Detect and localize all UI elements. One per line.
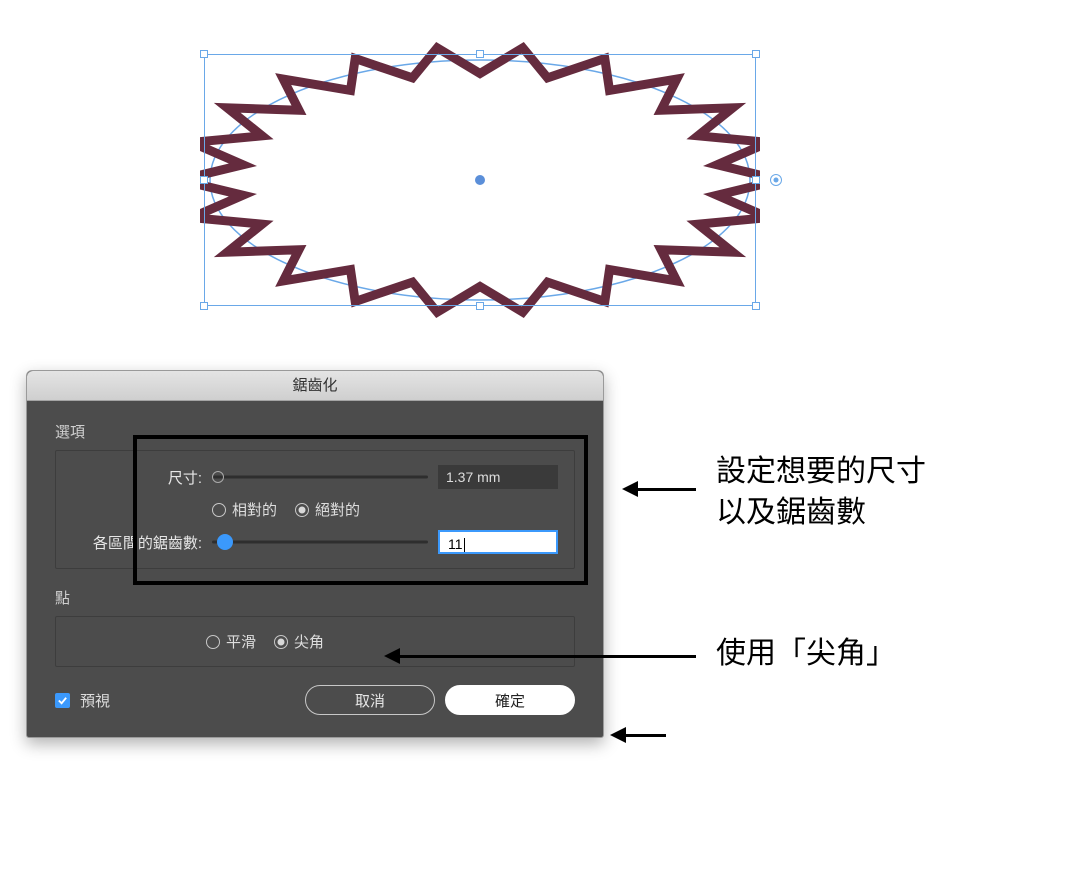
radio-relative[interactable]: 相對的 xyxy=(212,499,277,520)
annotation-arrowhead-upper xyxy=(622,481,638,497)
size-value[interactable]: 1.37 mm xyxy=(438,465,558,489)
dialog-title: 鋸齒化 xyxy=(27,371,603,401)
cancel-button-label: 取消 xyxy=(355,690,385,711)
points-section-label: 點 xyxy=(55,587,575,608)
options-section: 尺寸: 1.37 mm 相對的 絕對的 xyxy=(55,450,575,569)
radio-relative-label: 相對的 xyxy=(232,499,277,520)
annotation-size-line1: 設定想要的尺寸 xyxy=(716,452,926,493)
path-anchor-right[interactable] xyxy=(770,174,782,186)
ok-button-label: 確定 xyxy=(495,690,525,711)
radio-absolute[interactable]: 絕對的 xyxy=(295,499,360,520)
ridges-slider[interactable] xyxy=(212,534,428,550)
size-slider[interactable] xyxy=(212,469,428,485)
preview-label: 預視 xyxy=(80,690,110,711)
radio-absolute-label: 絕對的 xyxy=(315,499,360,520)
ridges-input[interactable]: 11 xyxy=(438,530,558,554)
points-radio-group: 平滑 尖角 xyxy=(206,631,558,652)
radio-corner[interactable]: 尖角 xyxy=(274,631,324,652)
canvas xyxy=(200,40,760,320)
bbox-handle-ne[interactable] xyxy=(752,50,760,58)
annotation-arrowhead-ok xyxy=(610,727,626,743)
preview-checkbox[interactable] xyxy=(55,693,70,708)
radio-corner-label: 尖角 xyxy=(294,631,324,652)
options-section-label: 選項 xyxy=(55,421,575,442)
radio-smooth-label: 平滑 xyxy=(226,631,256,652)
bbox-handle-n[interactable] xyxy=(476,50,484,58)
zigzag-dialog: 鋸齒化 選項 尺寸: 1.37 mm 相對的 xyxy=(26,370,604,738)
size-mode-radio-group: 相對的 絕對的 xyxy=(212,499,360,520)
cancel-button[interactable]: 取消 xyxy=(305,685,435,715)
annotation-arrow-lower xyxy=(400,655,696,658)
size-label: 尺寸: xyxy=(72,467,202,488)
radio-smooth[interactable]: 平滑 xyxy=(206,631,256,652)
bbox-handle-se[interactable] xyxy=(752,302,760,310)
annotation-arrowhead-lower xyxy=(384,648,400,664)
bbox-handle-w[interactable] xyxy=(200,176,208,184)
bbox-handle-s[interactable] xyxy=(476,302,484,310)
bbox-handle-nw[interactable] xyxy=(200,50,208,58)
annotation-text-size: 設定想要的尺寸 以及鋸齒數 xyxy=(716,452,926,533)
points-section: 平滑 尖角 xyxy=(55,616,575,667)
annotation-text-corner: 使用「尖角」 xyxy=(716,634,896,675)
ridges-value: 11 xyxy=(448,536,463,552)
ok-button[interactable]: 確定 xyxy=(445,685,575,715)
annotation-size-line2: 以及鋸齒數 xyxy=(716,493,926,534)
annotation-arrow-upper xyxy=(638,488,696,491)
bbox-handle-sw[interactable] xyxy=(200,302,208,310)
bbox-handle-e[interactable] xyxy=(752,176,760,184)
annotation-arrow-ok xyxy=(626,734,666,737)
center-point xyxy=(475,175,485,185)
ridges-label: 各區間的鋸齒數: xyxy=(72,532,202,553)
